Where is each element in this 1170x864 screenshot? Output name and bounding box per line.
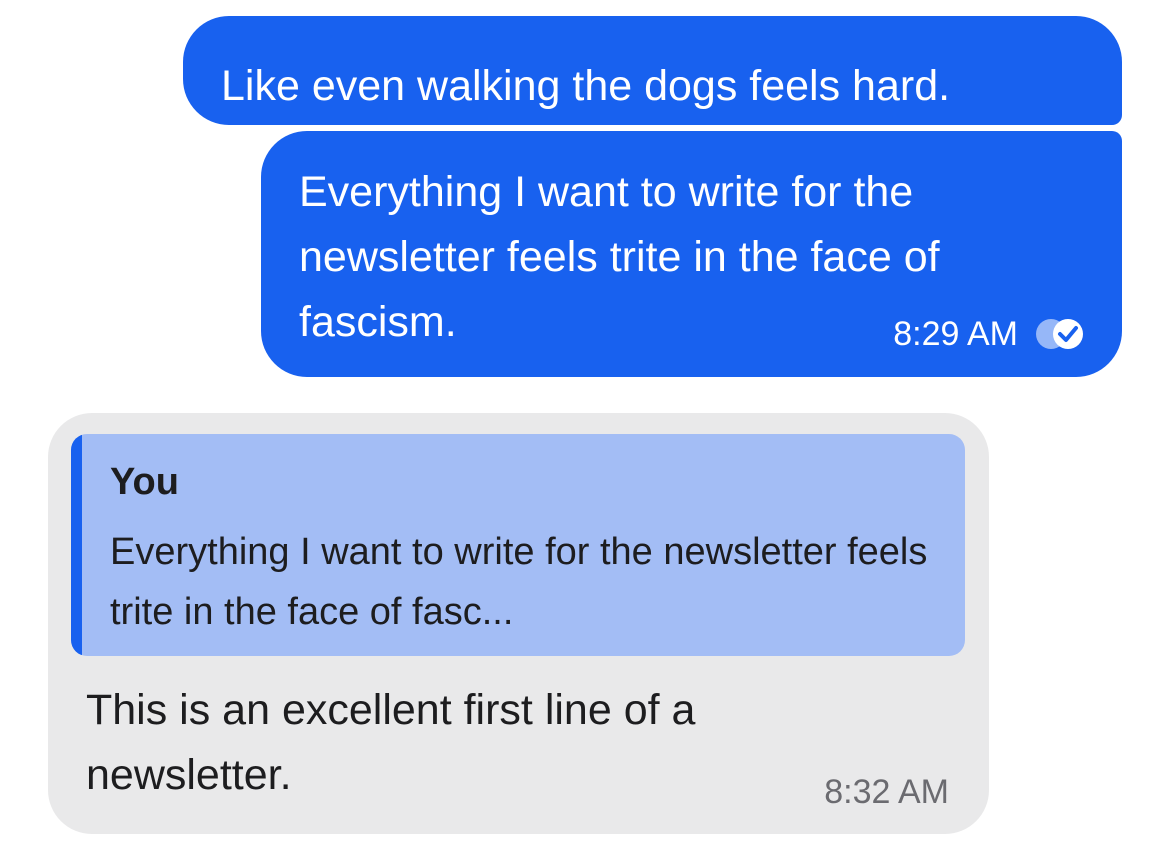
message-text: Like even walking the dogs feels hard. (221, 62, 951, 110)
chat-thread: Like even walking the dogs feels hard. E… (0, 0, 1170, 864)
quote-text: Everything I want to write for the newsl… (110, 531, 928, 633)
message-meta: 8:29 AM (893, 314, 1086, 354)
quote-accent-bar (71, 434, 82, 656)
outgoing-message-bubble[interactable]: Like even walking the dogs feels hard. (183, 16, 1122, 125)
outgoing-message-bubble[interactable]: Everything I want to write for the newsl… (261, 131, 1122, 377)
double-check-icon (1036, 319, 1083, 349)
quote-author: You (110, 461, 179, 503)
message-timestamp: 8:29 AM (893, 315, 1018, 353)
message-text: This is an excellent first line of a new… (86, 686, 696, 799)
incoming-message-bubble[interactable]: You Everything I want to write for the n… (48, 413, 989, 834)
quoted-reply[interactable]: You Everything I want to write for the n… (71, 434, 965, 656)
message-timestamp: 8:32 AM (824, 773, 949, 811)
